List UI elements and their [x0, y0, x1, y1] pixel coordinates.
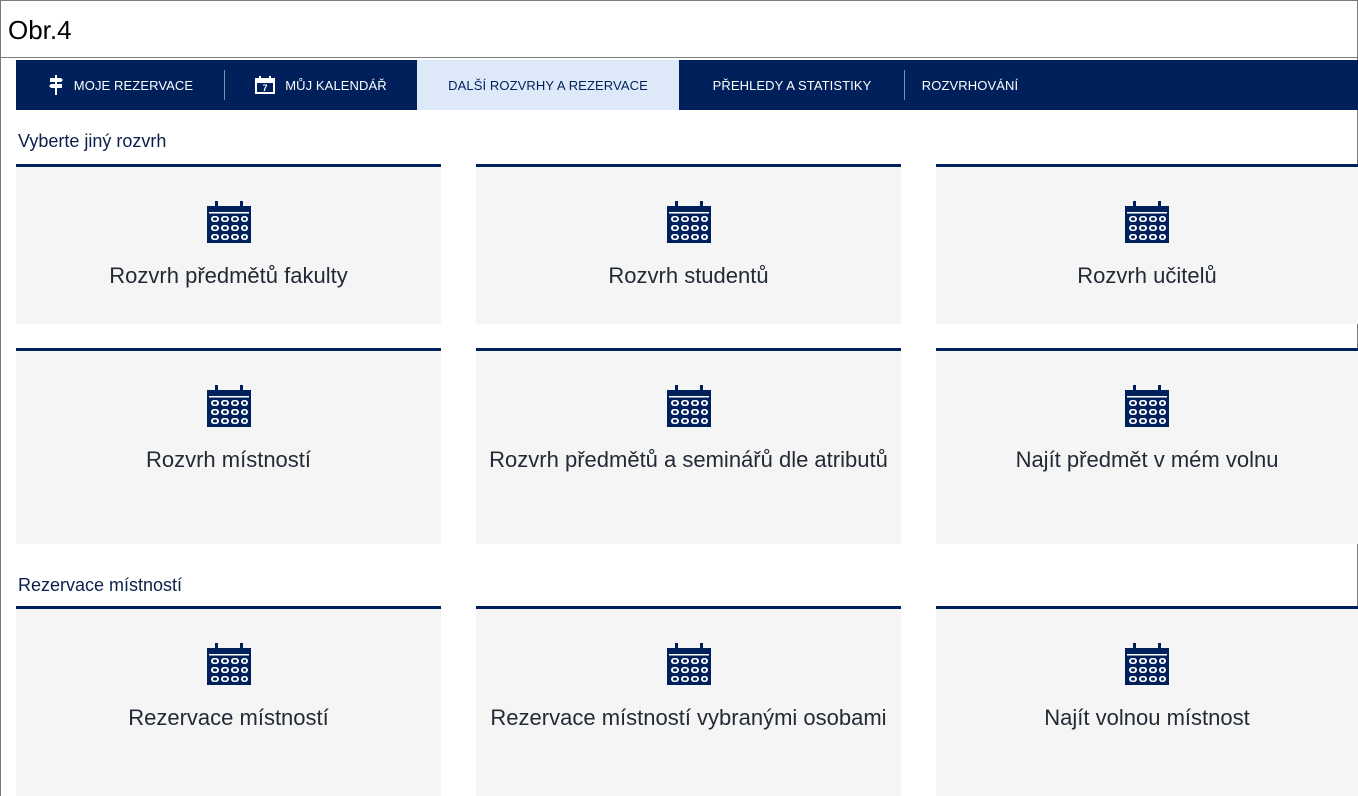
card-najit-volnou-mistnost[interactable]: Najít volnou místnost: [936, 606, 1358, 796]
nav-tab-label: MŮJ KALENDÁŘ: [285, 77, 387, 93]
nav-tab-label: PŘEHLEDY A STATISTIKY: [712, 77, 872, 93]
nav-tab-label: ROZVRHOVÁNÍ: [921, 77, 1019, 93]
nav-tab-rozvrhovani[interactable]: ROZVRHOVÁNÍ: [905, 60, 1035, 110]
nav-tab-dalsi-rozvrhy[interactable]: DALŠÍ ROZVRHY A REZERVACE: [417, 60, 679, 110]
card-rezervace-mistnosti[interactable]: Rezervace místností: [16, 606, 441, 796]
nav-tab-label: MOJE REZERVACE: [73, 77, 194, 93]
calendar-icon: [1125, 643, 1169, 685]
calendar-icon: [1125, 201, 1169, 243]
calendar-7-icon: 7: [255, 76, 276, 94]
card-najit-predmet[interactable]: Najít předmět v mém volnu: [936, 348, 1358, 544]
section-title-schedules: Vyberte jiný rozvrh: [18, 131, 167, 151]
card-rozvrh-studentu[interactable]: Rozvrh studentů: [476, 164, 901, 324]
card-label: Rozvrh předmětů a seminářů dle atributů: [489, 447, 888, 472]
top-navigation: MOJE REZERVACE 7 MŮJ KALENDÁŘ DALŠÍ ROZV…: [16, 60, 1358, 110]
card-label: Najít volnou místnost: [1044, 705, 1250, 730]
calendar-icon: [1125, 385, 1169, 427]
card-rozvrh-dle-atributu[interactable]: Rozvrh předmětů a seminářů dle atributů: [476, 348, 901, 544]
figure-label-divider: [0, 57, 1358, 58]
card-rozvrh-mistnosti[interactable]: Rozvrh místností: [16, 348, 441, 544]
calendar-icon: [206, 643, 251, 685]
signpost-icon: [48, 75, 64, 95]
card-label: Rezervace místností: [128, 705, 329, 730]
calendar-day-number: 7: [263, 83, 268, 93]
calendar-icon: [206, 385, 251, 427]
nav-tab-label: DALŠÍ ROZVRHY A REZERVACE: [448, 77, 648, 93]
card-label: Najít předmět v mém volnu: [1015, 447, 1279, 472]
card-rozvrh-predmetu-fakulty[interactable]: Rozvrh předmětů fakulty: [16, 164, 441, 324]
card-label: Rozvrh místností: [145, 447, 312, 472]
card-label: Rezervace místností vybranými osobami: [490, 705, 887, 730]
section-title-reservations: Rezervace místností: [18, 575, 183, 595]
calendar-icon: [666, 643, 711, 685]
figure-label: Obr.4: [8, 15, 72, 45]
nav-tab-moje-rezervace[interactable]: MOJE REZERVACE: [16, 60, 225, 110]
calendar-icon: [206, 201, 251, 243]
card-label: Rozvrh učitelů: [1077, 263, 1217, 288]
card-label: Rozvrh předmětů fakulty: [109, 263, 348, 288]
card-label: Rozvrh studentů: [608, 263, 769, 288]
card-rozvrh-ucitelu[interactable]: Rozvrh učitelů: [936, 164, 1358, 324]
calendar-icon: [666, 201, 711, 243]
card-rezervace-vybranymi-osobami[interactable]: Rezervace místností vybranými osobami: [476, 606, 901, 796]
nav-tab-prehledy[interactable]: PŘEHLEDY A STATISTIKY: [679, 60, 905, 110]
calendar-icon: [666, 385, 711, 427]
nav-tab-muj-kalendar[interactable]: 7 MŮJ KALENDÁŘ: [225, 60, 417, 110]
